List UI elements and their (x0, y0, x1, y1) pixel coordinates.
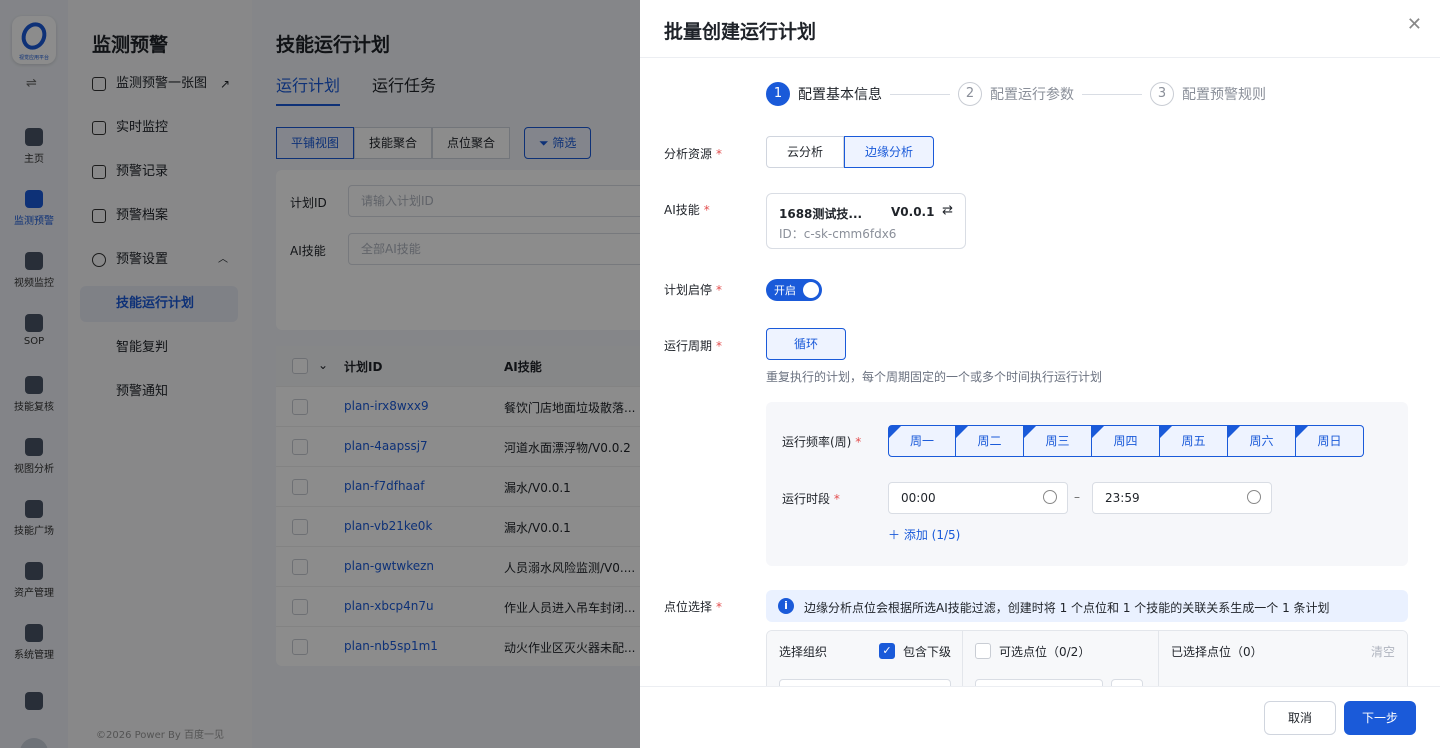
points-label: 点位选择 * (664, 600, 723, 614)
info-icon: i (778, 598, 794, 614)
clock-icon (1247, 490, 1261, 504)
selected-points-column: 已选择点位（0） 清空 (1159, 631, 1407, 689)
day-fri[interactable]: 周五 (1160, 425, 1228, 457)
skill-id: ID：c-sk-cmm6fdx6 (779, 227, 897, 241)
day-tue[interactable]: 周二 (956, 425, 1024, 457)
cycle-hint: 重复执行的计划，每个周期固定的一个或多个时间执行运行计划 (766, 370, 1103, 384)
time-range-label: 运行时段 * (782, 492, 840, 506)
weekday-selector: 周一 周二 周三 周四 周五 周六 周日 (888, 425, 1364, 457)
swap-icon[interactable]: ⇄ (942, 203, 953, 218)
drawer-header: 批量创建运行计划 ✕ (640, 0, 1440, 58)
day-wed[interactable]: 周三 (1024, 425, 1092, 457)
skill-card[interactable]: 1688测试技... V0.0.1 ⇄ ID：c-sk-cmm6fdx6 (766, 193, 966, 249)
skill-version: V0.0.1 (891, 205, 935, 219)
optional-points-label: 可选点位（0/2） (999, 645, 1091, 659)
create-plan-drawer: 批量创建运行计划 ✕ 1 配置基本信息 2 配置运行参数 3 配置预警规则 分析资源 *… (640, 0, 1440, 748)
cancel-button[interactable]: 取消 (1264, 701, 1336, 735)
skill-label: AI技能 * (664, 203, 710, 217)
time-separator: – (1074, 490, 1080, 504)
plus-icon: ＋ (888, 528, 904, 542)
enable-switch[interactable]: 开启 (766, 279, 822, 301)
step-3: 3 配置预警规则 (1150, 82, 1266, 106)
close-icon[interactable]: ✕ (1407, 14, 1422, 35)
skill-name: 1688测试技... (779, 207, 863, 221)
org-column: 选择组织 ✓ 包含下级 (767, 631, 963, 689)
enable-label: 计划启停 * (664, 283, 723, 297)
end-time-input[interactable]: 23:59 (1092, 482, 1272, 514)
clock-icon (1043, 490, 1057, 504)
day-sun[interactable]: 周日 (1296, 425, 1364, 457)
day-thu[interactable]: 周四 (1092, 425, 1160, 457)
drawer-footer: 取消 下一步 (640, 686, 1440, 748)
point-selector-panel: 选择组织 ✓ 包含下级 可选点位（0/2） 已选择点位（0） 清空 (766, 630, 1408, 690)
clear-link[interactable]: 清空 (1371, 643, 1395, 660)
cloud-analysis-option[interactable]: 云分析 (766, 136, 845, 168)
resource-radio-group: 云分析 边缘分析 (766, 136, 935, 168)
start-time-input[interactable]: 00:00 (888, 482, 1068, 514)
day-mon[interactable]: 周一 (888, 425, 956, 457)
cycle-label: 运行周期 * (664, 339, 723, 353)
frequency-label: 运行频率(周) * (782, 435, 862, 449)
edge-analysis-option[interactable]: 边缘分析 (844, 136, 935, 168)
drawer-title: 批量创建运行计划 (664, 21, 817, 43)
next-step-button[interactable]: 下一步 (1344, 701, 1416, 735)
include-sub-label: 包含下级 (903, 645, 952, 659)
resource-label: 分析资源 * (664, 147, 723, 161)
day-sat[interactable]: 周六 (1228, 425, 1296, 457)
step-1: 1 配置基本信息 (766, 82, 882, 106)
stepper: 1 配置基本信息 2 配置运行参数 3 配置预警规则 (766, 82, 1266, 106)
optional-points-column: 可选点位（0/2） (963, 631, 1159, 689)
include-sub-checkbox[interactable]: ✓ (879, 643, 895, 659)
step-2: 2 配置运行参数 (958, 82, 1074, 106)
info-banner: i 边缘分析点位会根据所选AI技能过滤，创建时将 1 个点位和 1 个技能的关联… (766, 590, 1408, 622)
cycle-config-box: 运行频率(周) * 周一 周二 周三 周四 周五 周六 周日 运行时段 * 00… (766, 402, 1408, 566)
select-all-points-checkbox[interactable] (975, 643, 991, 659)
loop-button[interactable]: 循环 (766, 328, 846, 360)
modal-overlay[interactable] (0, 0, 640, 748)
add-time-range-link[interactable]: ＋ 添加 (1/5) (888, 526, 960, 543)
